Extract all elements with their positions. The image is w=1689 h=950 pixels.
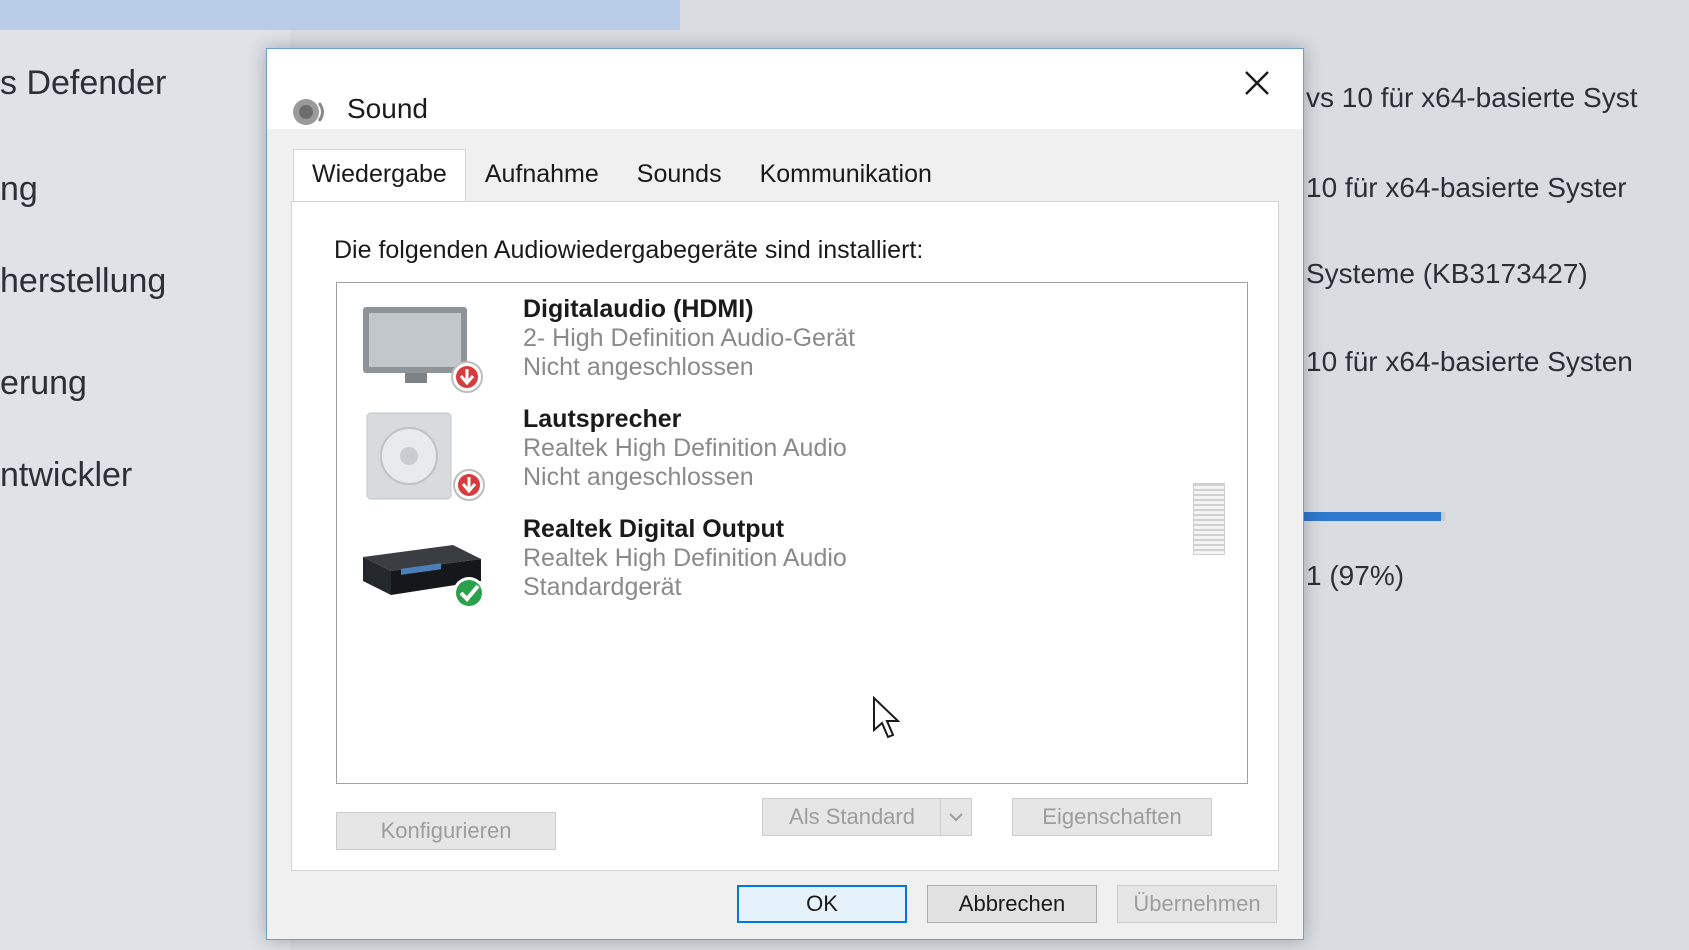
background-update-line: 10 für x64-basierte Systen	[1306, 346, 1633, 377]
device-driver: Realtek High Definition Audio	[523, 544, 847, 572]
device-name: Digitalaudio (HDMI)	[523, 295, 754, 323]
device-name: Realtek Digital Output	[523, 515, 785, 543]
background-title-bar	[0, 0, 680, 30]
instruction-text: Die folgenden Audiowiedergabegeräte sind…	[334, 236, 924, 264]
background-update-line: vs 10 für x64-basierte Syst	[1306, 82, 1638, 113]
monitor-icon	[363, 307, 483, 393]
device-text: Digitalaudio (HDMI) 2- High Definition A…	[523, 295, 855, 382]
device-item-hdmi[interactable]: Digitalaudio (HDMI) 2- High Definition A…	[337, 291, 1247, 401]
device-text: Lautsprecher Realtek High Definition Aud…	[523, 405, 847, 492]
ok-button[interactable]: OK	[737, 885, 907, 923]
configure-button[interactable]: Konfigurieren	[336, 812, 556, 850]
background-progress-label: 1 (97%)	[1306, 560, 1405, 591]
receiver-icon	[363, 545, 485, 609]
device-text: Realtek Digital Output Realtek High Defi…	[523, 515, 847, 602]
device-name: Lautsprecher	[523, 405, 682, 433]
device-item-realtek-digital-output[interactable]: Realtek Digital Output Realtek High Defi…	[337, 511, 1247, 621]
set-default-button[interactable]: Als Standard	[762, 798, 972, 836]
tab-kommunikation[interactable]: Kommunikation	[741, 149, 951, 201]
title-bar[interactable]: Sound	[267, 49, 1303, 129]
device-item-lautsprecher[interactable]: Lautsprecher Realtek High Definition Aud…	[337, 401, 1247, 511]
background-progress-bar	[1300, 512, 1445, 521]
apply-button[interactable]: Übernehmen	[1117, 885, 1277, 923]
device-status: Standardgerät	[523, 573, 682, 601]
background-nav-item[interactable]: herstellung	[0, 262, 166, 301]
resize-grip[interactable]	[1193, 483, 1225, 555]
background-nav-item[interactable]: s Defender	[0, 64, 166, 103]
background-nav-item[interactable]: erung	[0, 364, 87, 403]
cancel-button[interactable]: Abbrechen	[927, 885, 1097, 923]
mouse-cursor-icon	[873, 696, 901, 739]
background-nav-item[interactable]: ng	[0, 170, 38, 209]
tab-content-panel: Die folgenden Audiowiedergabegeräte sind…	[291, 201, 1279, 871]
background-nav-item[interactable]: ntwickler	[0, 456, 132, 495]
dialog-title: Sound	[347, 93, 428, 124]
tab-aufnahme[interactable]: Aufnahme	[466, 149, 618, 201]
device-driver: Realtek High Definition Audio	[523, 434, 847, 462]
speaker-icon	[366, 412, 485, 501]
background-update-line: Systeme (KB3173427)	[1306, 258, 1588, 289]
device-list[interactable]: Digitalaudio (HDMI) 2- High Definition A…	[336, 282, 1248, 784]
tab-strip: Wiedergabe Aufnahme Sounds Kommunikation	[293, 149, 951, 201]
close-button[interactable]	[1229, 59, 1285, 107]
device-status: Nicht angeschlossen	[523, 353, 754, 381]
tab-sounds[interactable]: Sounds	[618, 149, 741, 201]
close-icon	[1245, 71, 1269, 95]
chevron-down-icon	[949, 813, 963, 822]
speaker-icon	[293, 99, 324, 125]
sound-dialog: Sound Wiedergabe Aufnahme Sounds Kommuni…	[266, 48, 1304, 940]
background-progress-fill	[1300, 512, 1441, 521]
tab-wiedergabe[interactable]: Wiedergabe	[293, 149, 466, 201]
background-update-line: 10 für x64-basierte Syster	[1306, 172, 1627, 203]
device-status: Nicht angeschlossen	[523, 463, 754, 491]
set-default-dropdown[interactable]	[940, 799, 971, 835]
set-default-label: Als Standard	[789, 804, 915, 829]
device-driver: 2- High Definition Audio-Gerät	[523, 324, 856, 352]
properties-button[interactable]: Eigenschaften	[1012, 798, 1212, 836]
